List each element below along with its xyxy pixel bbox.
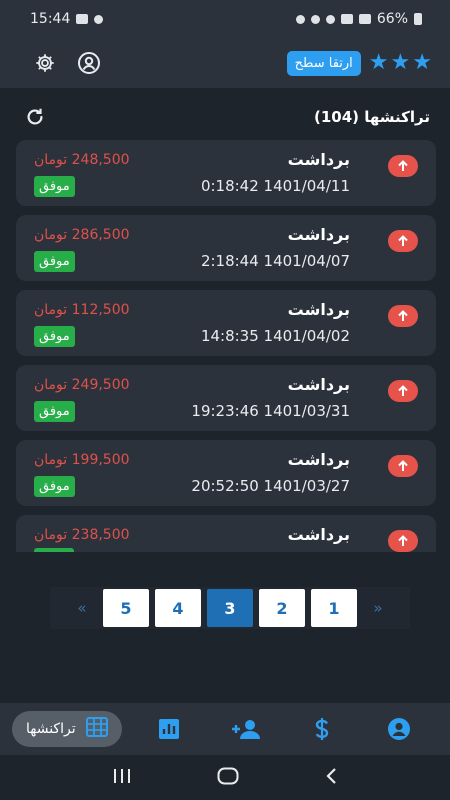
arrow-up-icon: [388, 530, 418, 552]
page-button-4[interactable]: 4: [155, 589, 201, 627]
user-circle-icon[interactable]: [386, 716, 412, 742]
transaction-card[interactable]: 238,500 تومان برداشت: [16, 515, 436, 552]
transaction-card[interactable]: 286,500 تومان موفق برداشت 2:18:44 1401/0…: [16, 215, 436, 281]
star-icon: ★: [368, 50, 389, 75]
transaction-card[interactable]: 249,500 تومان موفق برداشت 19:23:46 1401/…: [16, 365, 436, 431]
vpn-icon: [325, 14, 335, 24]
user-plus-icon[interactable]: [230, 716, 262, 742]
star-icon: ★: [390, 50, 411, 75]
transaction-amount: 199,500 تومان: [34, 452, 130, 468]
user-circle-icon[interactable]: [76, 50, 102, 76]
status-badge: موفق: [34, 176, 75, 197]
status-badge: موفق: [34, 326, 75, 347]
transaction-amount: 238,500 تومان: [34, 527, 130, 543]
transaction-datetime: 14:8:35 1401/04/02: [200, 327, 350, 345]
status-badge: موفق: [34, 401, 75, 422]
dollar-icon[interactable]: [309, 716, 335, 742]
star-icon: ★: [412, 50, 432, 75]
header-actions: [32, 50, 102, 76]
system-navigation: [0, 755, 450, 800]
transaction-card[interactable]: 199,500 تومان موفق برداشت 20:52:50 1401/…: [16, 440, 436, 506]
status-bar-left: 15:44: [30, 11, 104, 27]
arrow-up-icon: [388, 305, 418, 327]
status-badge: موفق: [34, 251, 75, 272]
transaction-datetime: 19:23:46 1401/03/31: [191, 402, 350, 420]
refresh-icon[interactable]: [22, 104, 48, 130]
pagination-next[interactable]: »: [363, 589, 393, 627]
bottom-navigation: تراکنشها: [0, 703, 450, 755]
page-title: تراکنشها (104): [314, 108, 430, 126]
battery-icon: [414, 13, 422, 25]
transaction-card[interactable]: 112,500 تومان موفق برداشت 14:8:35 1401/0…: [16, 290, 436, 356]
transaction-type: برداشت: [287, 300, 350, 319]
transaction-type: برداشت: [287, 450, 350, 469]
arrow-up-icon: [388, 455, 418, 477]
pagination: « 5 4 3 2 1 »: [50, 587, 410, 629]
notification-icon: [76, 14, 89, 24]
back-icon[interactable]: [324, 767, 338, 789]
transactions-header: تراکنشها (104): [0, 100, 450, 134]
upgrade-level-button[interactable]: ارتقا سطح: [286, 50, 361, 76]
app-header: ارتقا سطح ★ ★ ★: [0, 38, 450, 88]
nav-transactions-label: تراکنشها: [26, 721, 76, 737]
gear-icon[interactable]: [32, 50, 58, 76]
header-right: ارتقا سطح ★ ★ ★: [286, 50, 432, 76]
transaction-type: برداشت: [287, 375, 350, 394]
bar-chart-icon[interactable]: [156, 716, 182, 742]
page-button-2[interactable]: 2: [259, 589, 305, 627]
transaction-type: برداشت: [287, 225, 350, 244]
transaction-datetime: 0:18:42 1401/04/11: [200, 177, 350, 195]
status-bar-right: 66%: [295, 11, 422, 27]
status-time: 15:44: [30, 11, 71, 27]
page-button-5[interactable]: 5: [103, 589, 149, 627]
key-icon: [295, 14, 305, 24]
transaction-amount: 249,500 تومان: [34, 377, 130, 393]
status-badge: موفق: [34, 476, 75, 497]
lock-icon: [310, 14, 320, 24]
transaction-datetime: 2:18:44 1401/04/07: [200, 252, 350, 270]
page-button-3[interactable]: 3: [207, 589, 253, 627]
nav-transactions[interactable]: تراکنشها: [12, 711, 122, 747]
home-icon[interactable]: [217, 767, 239, 789]
page-button-1[interactable]: 1: [311, 589, 357, 627]
status-bar: 15:44 66%: [0, 0, 450, 38]
message-icon: [94, 14, 104, 24]
arrow-up-icon: [388, 380, 418, 402]
recent-apps-icon[interactable]: [112, 768, 132, 788]
signal-icon: [358, 14, 371, 24]
transaction-amount: 112,500 تومان: [34, 302, 130, 318]
transactions-list[interactable]: 248,500 تومان موفق برداشت 0:18:42 1401/0…: [0, 136, 450, 552]
battery-level: 66%: [376, 11, 408, 27]
wifi-icon: [340, 14, 353, 24]
transaction-type: برداشت: [287, 525, 350, 544]
arrow-up-icon: [388, 230, 418, 252]
transaction-card[interactable]: 248,500 تومان موفق برداشت 0:18:42 1401/0…: [16, 140, 436, 206]
transaction-type: برداشت: [287, 150, 350, 169]
pagination-prev[interactable]: «: [67, 589, 97, 627]
transaction-datetime: 20:52:50 1401/03/27: [191, 477, 350, 495]
arrow-up-icon: [388, 155, 418, 177]
rating-stars: ★ ★ ★: [369, 52, 432, 74]
table-icon: [85, 717, 108, 741]
transaction-amount: 286,500 تومان: [34, 227, 130, 243]
status-badge: [34, 548, 74, 552]
transaction-amount: 248,500 تومان: [34, 152, 130, 168]
